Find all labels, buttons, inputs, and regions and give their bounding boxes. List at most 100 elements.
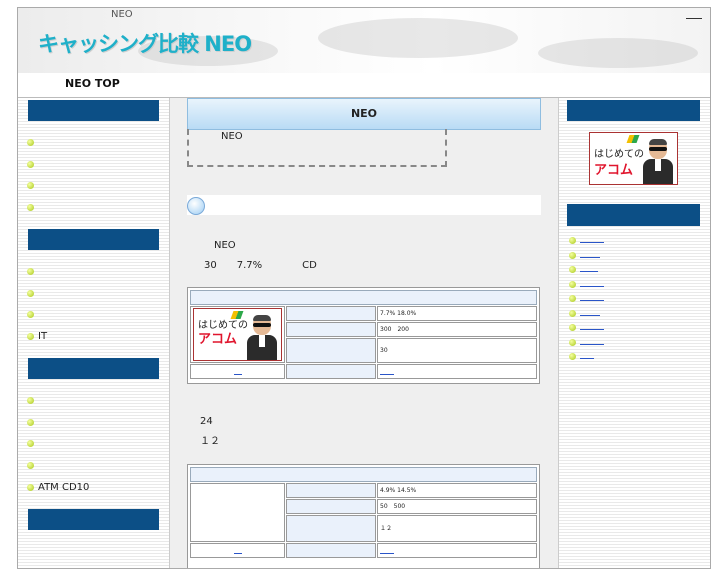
table-caption <box>190 290 537 305</box>
detail-link[interactable] <box>234 374 242 375</box>
sidebar-link-item[interactable] <box>567 293 697 308</box>
bullet-icon <box>27 440 34 448</box>
table-caption <box>190 467 537 482</box>
bullet-icon <box>27 462 34 470</box>
sidebar-item[interactable] <box>18 416 169 438</box>
page-title: NEO <box>187 98 541 130</box>
sidebar-item[interactable]: IT <box>18 330 169 352</box>
bullet-icon <box>569 237 576 244</box>
sidebar-item[interactable] <box>18 287 169 309</box>
detail-link[interactable] <box>234 553 242 554</box>
table-cell <box>190 543 285 558</box>
acom-banner[interactable]: はじめての アコム <box>193 308 282 361</box>
sidebar-item[interactable] <box>18 437 169 459</box>
sidebar-link-item[interactable] <box>567 279 697 294</box>
apply-link[interactable] <box>380 553 394 554</box>
circle-icon <box>187 197 205 215</box>
sidebar-item[interactable] <box>18 136 169 158</box>
sidebar-item[interactable] <box>18 308 169 330</box>
sidebar-item[interactable] <box>18 179 169 201</box>
sidebar-item[interactable] <box>18 459 169 481</box>
sidebar-item[interactable]: ATM CD10 <box>18 481 169 503</box>
page-frame: NEO キャッシング比較 NEO NEO TOP IT ATM CD10 NEO… <box>17 7 711 569</box>
intro-text: NEO <box>221 131 243 142</box>
table-label-cell <box>286 515 376 542</box>
table-cell <box>190 483 285 542</box>
acom-banner[interactable]: はじめての アコム <box>589 132 678 185</box>
sidebar-item[interactable] <box>18 158 169 180</box>
table-cell <box>377 543 537 558</box>
sidebar-link-item[interactable] <box>567 308 697 323</box>
paragraph-text: 24 <box>200 416 213 427</box>
site-logo[interactable]: キャッシング比較 NEO <box>38 28 252 58</box>
sidebar-link-item[interactable] <box>567 351 697 366</box>
bullet-icon <box>27 139 34 146</box>
site-header: NEO キャッシング比較 NEO <box>18 8 710 74</box>
sidebar-menu: IT <box>18 265 169 352</box>
site-name-small: NEO <box>111 9 133 20</box>
bullet-icon <box>27 204 34 212</box>
comparison-table: 4.9% 14.5% 50 500 １２ <box>187 464 540 568</box>
bullet-icon <box>27 182 34 190</box>
sidebar-heading <box>567 204 700 226</box>
table-label-cell <box>286 306 376 321</box>
bullet-icon <box>569 324 576 331</box>
table-cell: はじめての アコム <box>190 306 285 363</box>
table-value-cell: 7.7% 18.0% <box>377 306 537 321</box>
bullet-icon <box>569 295 576 302</box>
table-value-cell: 50 500 <box>377 499 537 514</box>
sidebar-link-list <box>567 235 697 366</box>
top-navigation: NEO TOP <box>18 73 710 98</box>
nav-top-link[interactable]: NEO TOP <box>65 77 120 90</box>
sidebar-link-item[interactable] <box>567 264 697 279</box>
table-label-cell <box>286 499 376 514</box>
paragraph-text: 30 7.7% CD <box>204 260 317 271</box>
sidebar-menu: ATM CD10 <box>18 394 169 502</box>
bullet-icon <box>27 397 34 404</box>
table-label-cell <box>286 364 376 379</box>
bullet-icon <box>27 311 34 319</box>
sidebar-item[interactable] <box>18 265 169 287</box>
banner-text: はじめての <box>594 149 644 160</box>
sidebar-link-item[interactable] <box>567 250 697 265</box>
banner-text: はじめての <box>198 320 248 331</box>
sidebar-heading <box>28 358 159 379</box>
apply-link[interactable] <box>380 374 394 375</box>
right-sidebar: はじめての アコム <box>558 98 710 568</box>
header-cloud-decoration <box>538 38 698 68</box>
bullet-icon <box>569 266 576 273</box>
sidebar-link-item[interactable] <box>567 322 697 337</box>
sidebar-item[interactable] <box>18 201 169 223</box>
banner-brand: アコム <box>594 163 634 178</box>
bullet-icon <box>569 309 576 317</box>
sidebar-heading <box>28 229 159 250</box>
header-dash <box>686 18 702 19</box>
bullet-icon <box>569 338 576 346</box>
sidebar-item[interactable] <box>18 394 169 416</box>
bullet-icon <box>27 289 34 297</box>
leaf-icon <box>230 311 244 319</box>
content-area: IT ATM CD10 NEO NEO NEO 30 7.7% CD はじめての… <box>18 98 710 568</box>
sidebar-link-item[interactable] <box>567 337 697 352</box>
table-label-cell <box>286 483 376 498</box>
comparison-table: はじめての アコム 7.7% 18.0% 300 200 30 <box>187 287 540 384</box>
table-cell <box>190 364 285 379</box>
table-label-cell <box>286 338 376 363</box>
intro-box: NEO <box>187 129 447 167</box>
banner-brand: アコム <box>198 332 238 347</box>
sidebar-link-item[interactable] <box>567 235 697 250</box>
section-heading-bar <box>187 195 541 215</box>
header-cloud-decoration <box>318 18 518 58</box>
spokesperson-image <box>643 139 673 184</box>
spokesperson-image <box>247 315 277 360</box>
table-value-cell: 300 200 <box>377 322 537 337</box>
table-label-cell <box>286 322 376 337</box>
bullet-icon <box>27 268 34 275</box>
table-label-cell <box>286 543 376 558</box>
sidebar-menu <box>18 136 169 223</box>
left-sidebar: IT ATM CD10 <box>18 98 170 568</box>
sidebar-heading <box>28 100 159 121</box>
bullet-icon <box>569 251 576 259</box>
bullet-icon <box>27 418 34 426</box>
sidebar-heading <box>28 509 159 530</box>
